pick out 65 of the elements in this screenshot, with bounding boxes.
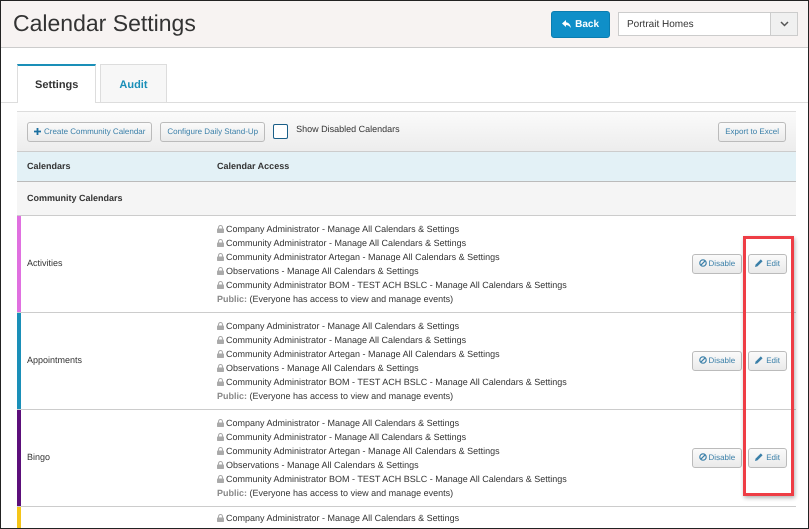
edit-button[interactable]: Edit bbox=[748, 351, 787, 371]
disable-button[interactable]: Disable bbox=[692, 351, 742, 371]
back-arrow-icon bbox=[562, 20, 572, 28]
tab[interactable]: Audit bbox=[100, 64, 167, 102]
lock-icon bbox=[217, 419, 224, 427]
access-entry: Community Administrator Artegan - Manage All Calendars & Settings bbox=[226, 348, 500, 361]
access-entry: Company Administrator - Manage All Calendars & Settings bbox=[226, 320, 460, 333]
public-access-text: Public: (Everyone has access to view and manage events) bbox=[217, 487, 454, 500]
access-entry: Community Administrator - Manage All Calendars & Settings bbox=[226, 431, 466, 444]
lock-icon bbox=[217, 267, 224, 275]
calendar-name: Activities bbox=[27, 257, 63, 270]
edit-button[interactable]: Edit bbox=[748, 254, 787, 274]
lock-icon bbox=[217, 378, 224, 386]
tab[interactable]: Settings bbox=[17, 64, 96, 103]
access-entry: Company Administrator - Manage All Calendars & Settings bbox=[226, 512, 460, 525]
prohibited-icon bbox=[698, 356, 707, 364]
lock-icon bbox=[217, 281, 224, 289]
edit-button[interactable]: Edit bbox=[748, 448, 787, 468]
prohibited-icon bbox=[698, 453, 707, 461]
lock-icon bbox=[217, 514, 224, 522]
access-entry: Community Administrator - Manage All Calendars & Settings bbox=[226, 334, 466, 347]
access-entry: Community Administrator BOM - TEST ACH BSLC - Manage All Calendars & Settings bbox=[226, 279, 567, 292]
access-entry: Observations - Manage All Calendars & Settings bbox=[226, 362, 419, 375]
page-title: Calendar Settings bbox=[13, 10, 196, 38]
access-entry: Community Administrator - Manage All Calendars & Settings bbox=[226, 237, 466, 250]
lock-icon bbox=[217, 239, 224, 247]
plus-icon bbox=[34, 128, 41, 134]
pencil-icon bbox=[755, 453, 764, 461]
group-header: Community Calendars bbox=[27, 192, 123, 205]
disable-button[interactable]: Disable bbox=[692, 254, 742, 274]
access-entry: Company Administrator - Manage All Calendars & Settings bbox=[226, 223, 460, 236]
lock-icon bbox=[217, 433, 224, 441]
community-select[interactable]: Portrait Homes bbox=[618, 12, 798, 36]
disable-button[interactable]: Disable bbox=[692, 448, 742, 468]
lock-icon bbox=[217, 322, 224, 330]
configure-standup-button[interactable]: Configure Daily Stand-Up bbox=[160, 122, 266, 142]
lock-icon bbox=[217, 447, 224, 455]
column-header: Calendar Access bbox=[217, 160, 290, 173]
calendar-name: Appointments bbox=[27, 354, 82, 368]
export-button[interactable]: Export to Excel bbox=[718, 122, 786, 142]
lock-icon bbox=[217, 225, 224, 233]
pencil-icon bbox=[755, 356, 764, 364]
access-entry: Observations - Manage All Calendars & Settings bbox=[226, 265, 419, 278]
lock-icon bbox=[217, 253, 224, 261]
chevron-down-icon bbox=[780, 21, 788, 27]
access-entry: Company Administrator - Manage All Calendars & Settings bbox=[226, 417, 460, 430]
show-disabled-label: Show Disabled Calendars bbox=[296, 122, 400, 136]
column-header: Calendars bbox=[26, 160, 72, 173]
back-button[interactable]: Back bbox=[551, 10, 610, 38]
lock-icon bbox=[217, 350, 224, 358]
access-entry: Community Administrator Artegan - Manage All Calendars & Settings bbox=[226, 445, 500, 458]
create-calendar-button[interactable]: Create Community Calendar bbox=[27, 122, 152, 142]
lock-icon bbox=[217, 364, 224, 372]
lock-icon bbox=[217, 336, 224, 344]
access-entry: Observations - Manage All Calendars & Settings bbox=[226, 459, 419, 472]
access-entry: Community Administrator BOM - TEST ACH BSLC - Manage All Calendars & Settings bbox=[226, 376, 567, 389]
access-entry: Community Administrator Artegan - Manage All Calendars & Settings bbox=[226, 251, 500, 264]
prohibited-icon bbox=[698, 259, 707, 267]
lock-icon bbox=[217, 461, 224, 469]
lock-icon bbox=[217, 475, 224, 483]
public-access-text: Public: (Everyone has access to view and manage events) bbox=[217, 390, 454, 403]
calendar-name: Bingo bbox=[27, 451, 50, 464]
access-entry: Community Administrator BOM - TEST ACH BSLC - Manage All Calendars & Settings bbox=[226, 473, 567, 486]
pencil-icon bbox=[755, 259, 764, 267]
public-access-text: Public: (Everyone has access to view and manage events) bbox=[217, 293, 454, 306]
